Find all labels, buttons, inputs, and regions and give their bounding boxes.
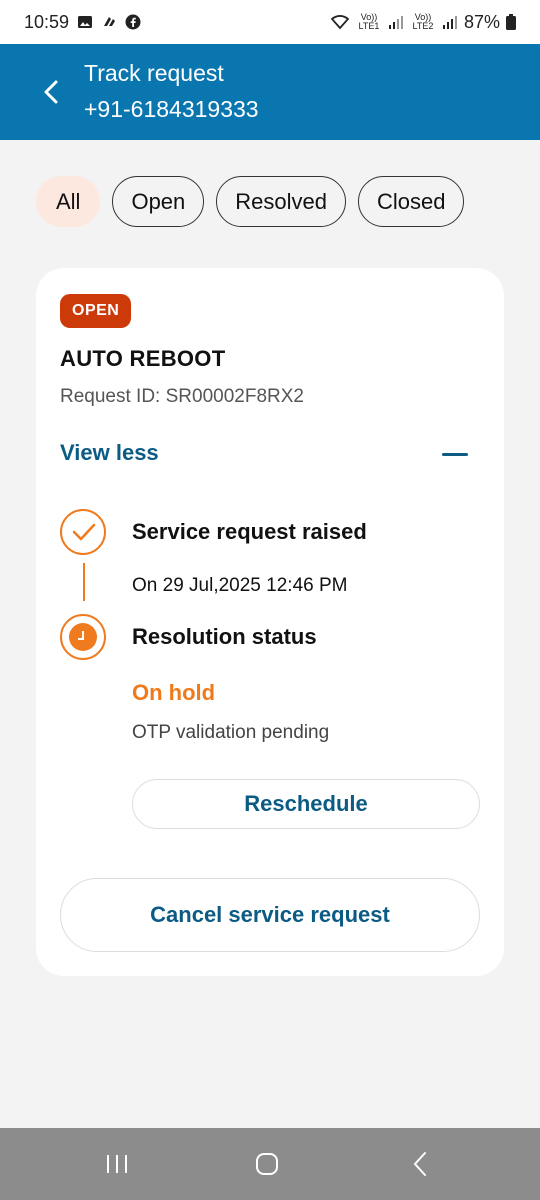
sim2-label: Vo)) LTE2 (412, 12, 434, 31)
reschedule-button[interactable]: Reschedule (132, 779, 480, 829)
filter-chip-open[interactable]: Open (112, 176, 205, 227)
view-less-link[interactable]: View less (60, 440, 159, 466)
facebook-icon (125, 14, 141, 30)
status-bar: 10:59 Vo)) LTE1 Vo)) LTE2 87% (0, 0, 540, 44)
resolution-status-value: On hold (132, 680, 216, 705)
filter-chip-all[interactable]: All (36, 176, 101, 227)
home-icon[interactable] (254, 1150, 280, 1178)
sim1-label: Vo)) LTE1 (358, 12, 380, 31)
filter-chips: All Open Resolved Closed (36, 176, 465, 227)
timeline-step-date: On 29 Jul,2025 12:46 PM (132, 575, 348, 596)
gallery-icon (78, 16, 93, 28)
status-bar-right: Vo)) LTE1 Vo)) LTE2 87% (330, 12, 516, 33)
status-bar-left: 10:59 (24, 12, 141, 33)
recent-apps-icon[interactable] (104, 1150, 130, 1178)
battery-level: 87% (463, 11, 500, 32)
cancel-service-request-button[interactable]: Cancel service request (60, 878, 480, 952)
filter-chip-resolved[interactable]: Resolved (216, 176, 346, 227)
check-icon (60, 509, 106, 555)
app-header: Track request +91-6184319333 (0, 44, 540, 140)
system-nav-bar (0, 1128, 540, 1200)
signal-icon (442, 16, 457, 29)
back-icon[interactable] (408, 1150, 434, 1178)
cloud-icon (104, 17, 116, 26)
battery-icon (506, 14, 516, 30)
back-arrow-icon[interactable] (38, 76, 66, 108)
request-card: OPEN AUTO REBOOT Request ID: SR00002F8RX… (36, 268, 504, 976)
signal-icon (388, 16, 403, 29)
wifi-icon (330, 15, 350, 30)
clock-icon (60, 614, 106, 660)
request-id: Request ID: SR00002F8RX2 (60, 386, 304, 407)
request-title: AUTO REBOOT (60, 346, 226, 371)
collapse-icon[interactable] (442, 453, 468, 456)
phone-number: +91-6184319333 (84, 96, 259, 122)
filter-chip-closed[interactable]: Closed (358, 176, 465, 227)
resolution-status-detail: OTP validation pending (132, 722, 330, 743)
status-time: 10:59 (24, 11, 70, 32)
status-badge: OPEN (60, 294, 132, 328)
timeline-step-title: Resolution status (132, 624, 317, 649)
page-title: Track request (84, 60, 224, 86)
timeline-step-title: Service request raised (132, 519, 367, 544)
timeline-connector (83, 563, 85, 601)
